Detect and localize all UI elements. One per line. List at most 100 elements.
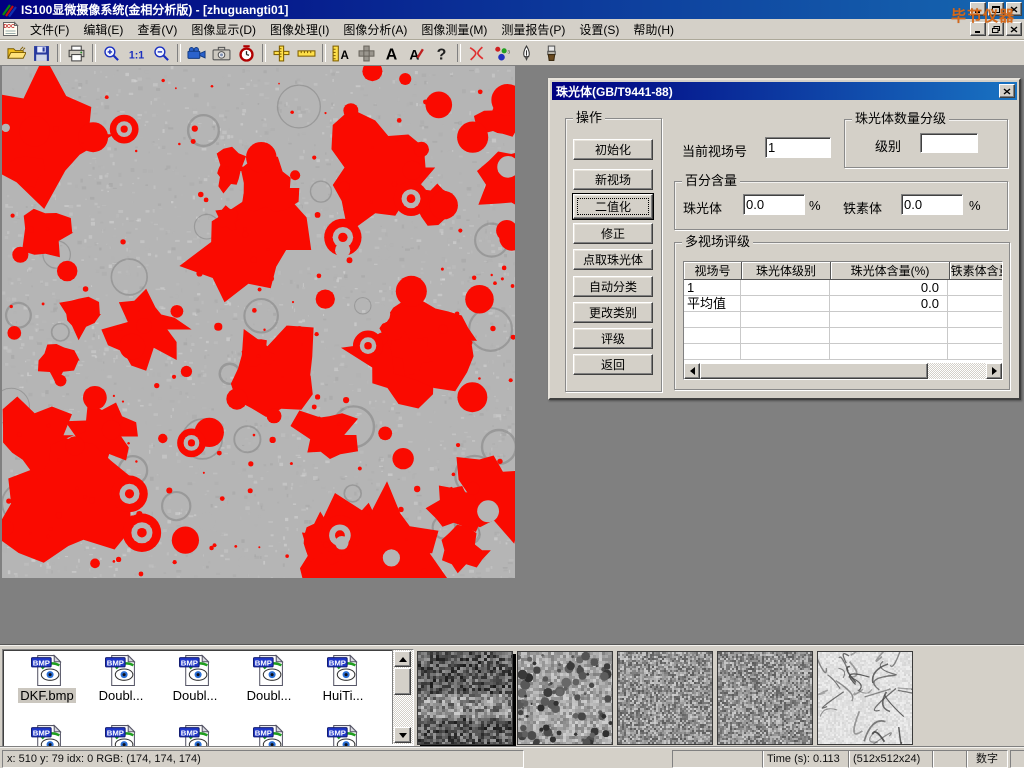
preview-thumbnail[interactable] xyxy=(417,651,513,745)
bmp-file-icon: BMP xyxy=(233,654,305,687)
menu-item-settings[interactable]: 设置(S) xyxy=(572,19,626,40)
dialog-body: 操作 初始化新视场二值化修正点取珠光体自动分类更改类别评级返回 当前视场号 珠光… xyxy=(552,101,1017,396)
correct-button[interactable]: 修正 xyxy=(573,223,653,244)
file-name[interactable]: Doubl... xyxy=(245,688,294,703)
preview-thumbnail[interactable] xyxy=(717,651,813,745)
menu-item-image-display[interactable]: 图像显示(D) xyxy=(184,19,263,40)
help-icon[interactable]: ? xyxy=(429,42,454,64)
table-cell xyxy=(741,296,830,312)
file-item[interactable]: BMPDoubl... xyxy=(159,654,231,705)
caliper-icon[interactable] xyxy=(269,42,294,64)
text-label-icon[interactable]: A xyxy=(379,42,404,64)
scroll-left-icon[interactable] xyxy=(684,363,700,379)
brush-tool-icon[interactable] xyxy=(539,42,564,64)
scroll-down-icon[interactable] xyxy=(394,727,411,743)
table-column-header[interactable]: 珠光体含量(%) xyxy=(831,262,950,280)
file-vscrollbar[interactable] xyxy=(392,650,413,744)
file-name[interactable]: Doubl... xyxy=(171,688,220,703)
capture-camera-icon[interactable] xyxy=(209,42,234,64)
file-item-partial[interactable]: BMP xyxy=(307,724,379,747)
init-button[interactable]: 初始化 xyxy=(573,139,653,160)
toolbar-separator xyxy=(57,44,61,62)
file-item[interactable]: BMPDoubl... xyxy=(85,654,157,705)
current-field-input[interactable] xyxy=(765,137,831,158)
vscroll-thumb[interactable] xyxy=(394,668,411,695)
svg-text:A: A xyxy=(340,48,349,61)
ferrite-percent-input[interactable] xyxy=(901,194,963,215)
table-row[interactable] xyxy=(684,328,1002,344)
dialog-close-icon[interactable] xyxy=(999,84,1015,98)
file-item[interactable]: BMPDoubl... xyxy=(233,654,305,705)
file-item[interactable]: BMPDKF.bmp xyxy=(11,654,83,705)
close-button[interactable] xyxy=(1006,2,1022,16)
scroll-right-icon[interactable] xyxy=(986,363,1002,379)
print-icon[interactable] xyxy=(64,42,89,64)
preview-thumbnail[interactable] xyxy=(617,651,713,745)
file-item-partial[interactable]: BMP xyxy=(85,724,157,747)
menu-item-image-measure[interactable]: 图像测量(M) xyxy=(414,19,494,40)
table-column-header[interactable]: 铁素体含量(%) xyxy=(950,262,1003,280)
measure-label-icon[interactable]: A xyxy=(329,42,354,64)
table-hscrollbar[interactable] xyxy=(684,363,1002,379)
menu-item-image-process[interactable]: 图像处理(I) xyxy=(263,19,336,40)
mdi-close-button[interactable] xyxy=(1006,22,1022,36)
dialog-title-bar[interactable]: 珠光体(GB/T9441-88) xyxy=(552,82,1017,100)
file-name[interactable]: HuiTi... xyxy=(321,688,366,703)
ferrite-percent-sign: % xyxy=(969,198,981,213)
table-cell xyxy=(948,344,1003,360)
grade-input[interactable] xyxy=(920,133,978,153)
menu-item-measure-report[interactable]: 测量报告(P) xyxy=(494,19,572,40)
table-column-header[interactable]: 视场号 xyxy=(684,262,742,280)
dialog-title: 珠光体(GB/T9441-88) xyxy=(552,83,673,100)
change-class-button[interactable]: 更改类别 xyxy=(573,302,653,323)
table-row[interactable] xyxy=(684,344,1002,360)
minimize-button[interactable] xyxy=(970,2,986,16)
text-edit-icon[interactable]: A xyxy=(404,42,429,64)
save-icon[interactable] xyxy=(29,42,54,64)
table-cell xyxy=(741,312,830,328)
pick-pearlite-button[interactable]: 点取珠光体 xyxy=(573,249,653,270)
maximize-button[interactable] xyxy=(988,2,1004,16)
scroll-up-icon[interactable] xyxy=(394,651,411,667)
particle-mark-icon[interactable]: 3 xyxy=(489,42,514,64)
preview-thumbnail[interactable] xyxy=(517,651,613,745)
file-item-partial[interactable]: BMP xyxy=(233,724,305,747)
ruler-icon[interactable] xyxy=(294,42,319,64)
metallographic-image[interactable] xyxy=(2,66,515,578)
grid-cross-icon[interactable] xyxy=(354,42,379,64)
timer-clock-icon[interactable] xyxy=(234,42,259,64)
pearlite-percent-input[interactable] xyxy=(743,194,805,215)
file-name[interactable]: DKF.bmp xyxy=(18,688,75,703)
table-row[interactable] xyxy=(684,312,1002,328)
mdi-restore-button[interactable] xyxy=(988,22,1004,36)
open-folder-icon[interactable] xyxy=(4,42,29,64)
preview-thumbnail[interactable] xyxy=(817,651,913,745)
pen-tool-icon[interactable] xyxy=(514,42,539,64)
table-row[interactable]: 10.0 xyxy=(684,280,1002,296)
file-item-partial[interactable]: BMP xyxy=(11,724,83,747)
table-row[interactable]: 平均值0.0 xyxy=(684,296,1002,312)
table-column-header[interactable]: 珠光体级别 xyxy=(742,262,831,280)
video-camera-icon[interactable] xyxy=(184,42,209,64)
document-icon[interactable]: DOC xyxy=(2,21,19,37)
return-button[interactable]: 返回 xyxy=(573,354,653,375)
actual-size-icon[interactable]: 1:1 xyxy=(124,42,149,64)
zoom-in-icon[interactable] xyxy=(99,42,124,64)
menu-item-file[interactable]: 文件(F) xyxy=(23,19,76,40)
file-item-partial[interactable]: BMP xyxy=(159,724,231,747)
mdi-minimize-button[interactable] xyxy=(970,22,986,36)
hscroll-thumb[interactable] xyxy=(700,363,928,379)
menu-item-image-analysis[interactable]: 图像分析(A) xyxy=(336,19,414,40)
menu-item-help[interactable]: 帮助(H) xyxy=(626,19,681,40)
menu-item-view[interactable]: 查看(V) xyxy=(130,19,184,40)
new-field-button[interactable]: 新视场 xyxy=(573,169,653,190)
file-name[interactable]: Doubl... xyxy=(97,688,146,703)
file-item[interactable]: BMPHuiTi... xyxy=(307,654,379,705)
menu-item-edit[interactable]: 编辑(E) xyxy=(76,19,130,40)
binarize-button[interactable]: 二值化 xyxy=(573,194,653,219)
auto-classify-button[interactable]: 自动分类 xyxy=(573,276,653,297)
rate-button[interactable]: 评级 xyxy=(573,328,653,349)
curve-tool-icon[interactable] xyxy=(464,42,489,64)
status-time: Time (s): 0.113 xyxy=(762,750,850,768)
zoom-out-icon[interactable] xyxy=(149,42,174,64)
